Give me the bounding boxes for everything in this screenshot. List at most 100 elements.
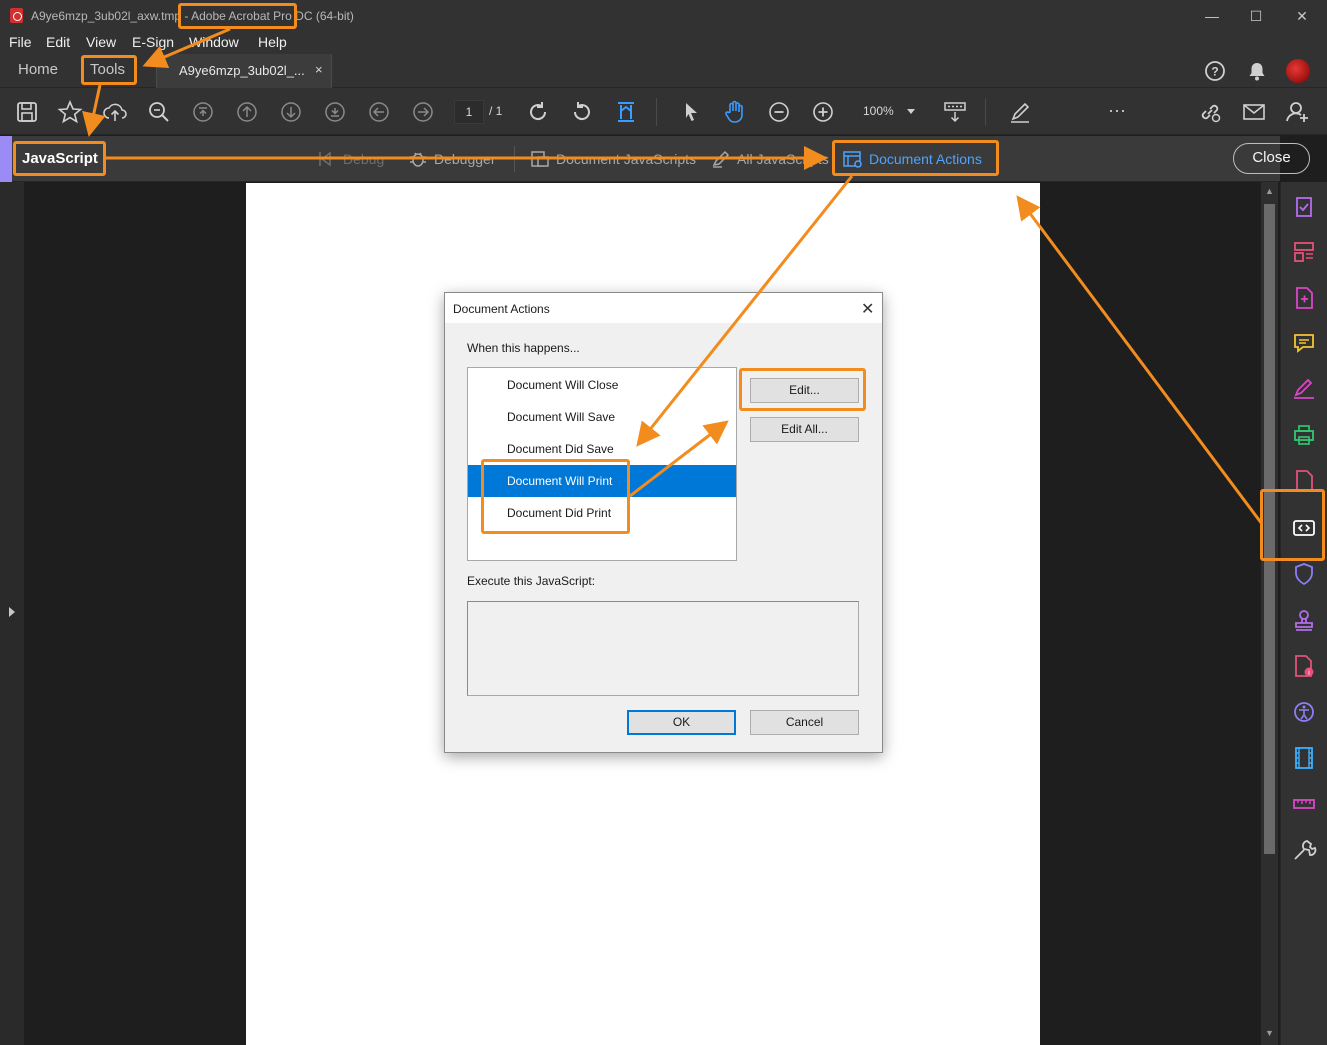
zoom-dropdown-chevron-icon[interactable] [907, 109, 915, 114]
fit-page-icon[interactable] [613, 99, 639, 125]
stamp-icon[interactable] [1291, 607, 1317, 633]
all-javascripts-button[interactable]: All JavaScripts [711, 150, 829, 168]
menu-help[interactable]: Help [258, 34, 287, 50]
document-tab-label: A9ye6mzp_3ub02l_... [179, 63, 305, 78]
event-item-will-close[interactable]: Document Will Close [468, 369, 736, 401]
annotation-highlight-edit-button [739, 368, 866, 411]
jsbar-separator [514, 146, 515, 172]
event-item-will-save[interactable]: Document Will Save [468, 401, 736, 433]
cloud-upload-icon[interactable] [102, 99, 128, 125]
first-page-icon[interactable] [190, 99, 216, 125]
organize-pages-icon[interactable] [1291, 239, 1317, 265]
debug-button[interactable]: Debug [317, 150, 384, 168]
menu-e-sign[interactable]: E-Sign [132, 34, 174, 50]
add-user-icon[interactable] [1285, 99, 1311, 125]
annotation-highlight-javascript-title [13, 141, 106, 176]
debugger-button[interactable]: Debugger [408, 150, 496, 168]
next-page-icon[interactable] [278, 99, 304, 125]
debug-icon [317, 150, 337, 168]
expand-left-pane-icon[interactable] [9, 607, 15, 617]
pdf-standards-icon[interactable]: i [1291, 653, 1317, 679]
tool-accent-stripe [0, 136, 12, 182]
all-javascripts-icon [711, 150, 731, 168]
bookmark-star-icon[interactable] [57, 99, 83, 125]
zoom-in-icon[interactable] [810, 99, 836, 125]
menu-window[interactable]: Window [189, 34, 239, 50]
main-toolbar: 1 / 1 100% ··· [0, 88, 1327, 135]
when-this-happens-label: When this happens... [467, 341, 580, 355]
dialog-title: Document Actions [453, 302, 550, 316]
document-tab-close-button[interactable]: × [315, 62, 323, 77]
action-wizard-icon[interactable] [1291, 837, 1317, 863]
hand-tool-icon[interactable] [722, 99, 748, 125]
menu-edit[interactable]: Edit [46, 34, 70, 50]
last-page-icon[interactable] [322, 99, 348, 125]
minimize-button[interactable]: — [1200, 4, 1224, 28]
accessibility-icon[interactable] [1291, 699, 1317, 725]
scroll-up-icon[interactable]: ▲ [1265, 186, 1275, 196]
annotation-highlight-print-events [481, 459, 630, 534]
ok-button[interactable]: OK [627, 710, 736, 735]
scroll-down-icon[interactable]: ▼ [1265, 1028, 1275, 1038]
search-zoom-icon[interactable] [146, 99, 172, 125]
edit-all-button[interactable]: Edit All... [750, 417, 859, 442]
javascript-toolbar: JavaScript Debug Debugger Document JavaS… [0, 136, 1310, 182]
menu-view[interactable]: View [86, 34, 116, 50]
print-production-icon[interactable] [1291, 422, 1317, 448]
checklist-icon[interactable] [1291, 194, 1317, 220]
scroll-mode-icon[interactable] [942, 99, 968, 125]
tab-home[interactable]: Home [18, 61, 58, 78]
next-view-icon[interactable] [410, 99, 436, 125]
vertical-scrollbar[interactable]: ▲ ▼ [1261, 182, 1278, 1045]
annotation-highlight-tools-tab [81, 55, 137, 85]
annotation-highlight-javascript-panel-icon [1260, 489, 1325, 561]
toolbar-separator [656, 98, 657, 126]
user-avatar[interactable] [1286, 59, 1310, 83]
measure-ruler-icon[interactable] [1291, 791, 1317, 817]
menu-bar: File Edit View E-Sign Window Help [0, 32, 1327, 54]
rotate-clockwise-icon[interactable] [525, 99, 551, 125]
maximize-button[interactable]: ☐ [1244, 4, 1268, 28]
save-icon[interactable] [14, 99, 40, 125]
notifications-bell-icon[interactable] [1246, 60, 1268, 82]
rotate-counterclockwise-icon[interactable] [569, 99, 595, 125]
export-pdf-icon[interactable] [1291, 285, 1317, 311]
document-javascripts-button[interactable]: Document JavaScripts [530, 150, 696, 168]
execute-javascript-label: Execute this JavaScript: [467, 574, 596, 588]
select-cursor-icon[interactable] [678, 99, 704, 125]
email-envelope-icon[interactable] [1241, 99, 1267, 125]
acrobat-app-icon [10, 8, 23, 23]
tab-row: Home Tools A9ye6mzp_3ub02l_... × ? [0, 54, 1327, 88]
javascript-code-box [467, 601, 859, 696]
document-javascripts-icon [530, 150, 550, 168]
help-icon[interactable]: ? [1204, 60, 1226, 82]
zoom-level[interactable]: 100% [863, 104, 894, 118]
share-link-icon[interactable] [1197, 99, 1223, 125]
rich-media-icon[interactable] [1291, 745, 1317, 771]
document-javascripts-label: Document JavaScripts [556, 151, 697, 167]
zoom-out-icon[interactable] [766, 99, 792, 125]
comment-icon[interactable] [1291, 330, 1317, 356]
menu-file[interactable]: File [9, 34, 32, 50]
more-tools-icon[interactable]: ··· [1108, 100, 1126, 121]
tab-document[interactable]: A9ye6mzp_3ub02l_... × [156, 54, 332, 88]
protect-shield-icon[interactable] [1291, 561, 1317, 587]
dialog-close-button[interactable]: ✕ [861, 299, 874, 319]
previous-page-icon[interactable] [234, 99, 260, 125]
annotation-highlight-app-title [178, 3, 297, 29]
all-javascripts-label: All JavaScripts [737, 151, 829, 167]
fill-sign-icon[interactable] [1291, 376, 1317, 402]
svg-text:?: ? [1211, 65, 1218, 79]
annotation-highlight-document-actions [832, 140, 999, 176]
left-navigation-strip [0, 182, 24, 1045]
cancel-button[interactable]: Cancel [750, 710, 859, 735]
highlight-pen-icon[interactable] [1007, 99, 1033, 125]
debugger-label: Debugger [434, 151, 496, 167]
window-close-button[interactable]: ✕ [1290, 4, 1314, 28]
toolbar-separator [985, 98, 986, 126]
page-number-input[interactable]: 1 [454, 100, 484, 124]
page-total: / 1 [489, 104, 503, 118]
previous-view-icon[interactable] [366, 99, 392, 125]
debug-label: Debug [343, 151, 385, 167]
close-tool-button[interactable]: Close [1233, 143, 1310, 174]
